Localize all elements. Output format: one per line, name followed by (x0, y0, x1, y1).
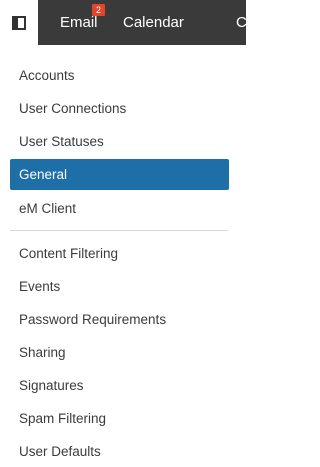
nav-item-sharing[interactable]: Sharing (10, 337, 229, 368)
nav-item-spam-filtering[interactable]: Spam Filtering (10, 403, 229, 434)
tab-contacts-label: Conta (236, 14, 277, 31)
tab-calendar-label: Calendar (123, 14, 184, 31)
nav-item-user-connections[interactable]: User Connections (10, 93, 229, 124)
email-unread-badge: 2 (92, 4, 105, 16)
tab-calendar[interactable]: Calendar (123, 0, 184, 45)
nav-item-em-client[interactable]: eM Client (10, 193, 229, 224)
nav-item-general[interactable]: General (10, 159, 229, 190)
sidebar-toggle-icon (12, 15, 26, 30)
sidebar-toggle-button[interactable] (0, 0, 38, 45)
nav-item-accounts[interactable]: Accounts (10, 60, 229, 91)
nav-item-events[interactable]: Events (10, 271, 229, 302)
nav-item-signatures[interactable]: Signatures (10, 370, 229, 401)
nav-item-content-filtering[interactable]: Content Filtering (10, 238, 229, 269)
top-navigation-bar: Email 2 Calendar Conta (0, 0, 276, 45)
nav-divider (10, 230, 228, 231)
nav-item-password-requirements[interactable]: Password Requirements (10, 304, 229, 335)
nav-item-user-statuses[interactable]: User Statuses (10, 126, 229, 157)
tab-email-label: Email (60, 14, 98, 31)
tab-contacts[interactable]: Conta (236, 0, 276, 45)
nav-item-user-defaults[interactable]: User Defaults (10, 436, 229, 467)
